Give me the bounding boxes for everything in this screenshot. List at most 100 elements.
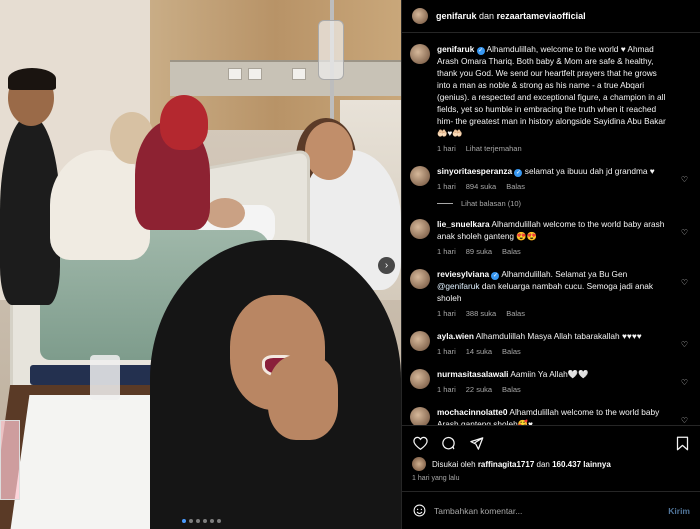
comment-username[interactable]: nurmasitasalawali [437, 369, 508, 379]
reply-button[interactable]: Balas [506, 181, 525, 193]
translate-link[interactable]: Lihat terjemahan [466, 143, 522, 155]
medical-rail [170, 60, 401, 96]
comment-username[interactable]: mochacinnolatte0 [437, 407, 508, 417]
comment-time: 1 hari [437, 247, 456, 256]
comment-heart-icon[interactable]: ♡ [681, 416, 688, 425]
comment-heart-icon[interactable]: ♡ [681, 228, 688, 237]
post-actions: Disukai oleh raffinagita1717 dan 160.437… [402, 425, 700, 482]
comment: nurmasitasalawali Aamiin Ya Allah🤍🤍 1 har… [410, 368, 690, 396]
carousel-dot[interactable] [217, 519, 221, 523]
comment-time: 1 hari [437, 182, 456, 191]
comment-input[interactable] [434, 505, 669, 516]
caption-username[interactable]: genifaruk [437, 44, 474, 54]
person-right-face [305, 122, 353, 180]
comment-composer: Kirim [402, 491, 700, 529]
comment-username[interactable]: lie_snuelkara [437, 219, 490, 229]
post-button[interactable]: Kirim [668, 506, 690, 516]
carousel-dots [182, 519, 221, 523]
replies-line [437, 203, 453, 204]
post-header: genifaruk dan rezaartameviaofficial [402, 0, 700, 33]
liked-prefix: Disukai oleh [432, 459, 476, 469]
author-username[interactable]: genifaruk [436, 11, 477, 21]
verified-icon: ✓ [491, 272, 500, 280]
comment-heart-icon[interactable]: ♡ [681, 378, 688, 387]
avatar[interactable] [410, 44, 430, 64]
liked-user[interactable]: raffinagita1717 [478, 460, 534, 469]
post-photo[interactable]: › [0, 0, 401, 529]
outlet [228, 68, 242, 80]
liked-tail[interactable]: lainnya [583, 460, 611, 469]
like-count[interactable]: 160.437 [552, 460, 581, 469]
mention-link[interactable]: @genifaruk [437, 281, 480, 291]
bottle [90, 355, 120, 400]
comment-likes[interactable]: 22 suka [466, 384, 492, 396]
comment-icon[interactable] [440, 435, 456, 451]
caption-time: 1 hari [437, 144, 456, 153]
outlet [248, 68, 262, 80]
reply-button[interactable]: Balas [502, 384, 521, 396]
comment-likes[interactable]: 14 suka [466, 346, 492, 358]
header-connector: dan [479, 11, 495, 21]
carousel-dot[interactable] [182, 519, 186, 523]
avatar[interactable] [412, 8, 428, 24]
collaborator-username[interactable]: rezaartameviaofficial [497, 11, 586, 21]
next-arrow-icon[interactable]: › [378, 257, 395, 274]
iv-bag [318, 20, 344, 80]
verified-icon: ✓ [514, 169, 523, 177]
avatar[interactable] [410, 331, 430, 351]
outlet [292, 68, 306, 80]
comment-heart-icon[interactable]: ♡ [681, 340, 688, 349]
comment-text: Alhamdulillah. Selamat ya Bu Gen [501, 269, 628, 279]
view-replies-label[interactable]: Lihat balasan (10) [461, 199, 521, 208]
comment-username[interactable]: reviesylviana [437, 269, 489, 279]
verified-icon: ✓ [476, 47, 485, 55]
comment-likes[interactable]: 388 suka [466, 308, 496, 320]
comment: reviesylviana ✓ Alhamdulillah. Selamat y… [410, 268, 690, 320]
comment: sinyoritaesperanza ✓ selamat ya ibuuu da… [410, 165, 690, 193]
patient [205, 198, 245, 228]
comment-heart-icon[interactable]: ♡ [681, 278, 688, 287]
likes-summary: Disukai oleh raffinagita1717 dan 160.437… [412, 457, 690, 471]
carousel-dot[interactable] [203, 519, 207, 523]
carousel-dot[interactable] [210, 519, 214, 523]
bookmark-icon[interactable] [674, 435, 690, 451]
avatar[interactable] [412, 457, 426, 471]
comment: lie_snuelkara Alhamdulillah welcome to t… [410, 218, 690, 258]
avatar[interactable] [410, 369, 430, 389]
comment: ayla.wien Alhamdulillah Masya Allah taba… [410, 330, 690, 358]
avatar[interactable] [410, 407, 430, 425]
cup [0, 420, 20, 500]
avatar[interactable] [410, 219, 430, 239]
reply-button[interactable]: Balas [502, 246, 521, 258]
carousel-dot[interactable] [189, 519, 193, 523]
carousel-dot[interactable] [196, 519, 200, 523]
comments-list[interactable]: genifaruk ✓ Alhamdulillah, welcome to th… [402, 33, 700, 425]
caption-text: Alhamdulillah, welcome to the world ♥ Ah… [437, 44, 666, 138]
caption: genifaruk ✓ Alhamdulillah, welcome to th… [410, 43, 690, 155]
comment-likes[interactable]: 894 suka [466, 181, 496, 193]
person-hijab-red-head [160, 95, 208, 150]
post-time: 1 hari yang lalu [412, 475, 460, 482]
comment-text: selamat ya ibuuu dah jd grandma ♥ [524, 166, 655, 176]
comment-heart-icon[interactable]: ♡ [681, 175, 688, 184]
share-icon[interactable] [468, 435, 484, 451]
emoji-icon[interactable] [412, 504, 426, 518]
comment-username[interactable]: sinyoritaesperanza [437, 166, 512, 176]
comment-time: 1 hari [437, 347, 456, 356]
liked-connector: dan [536, 459, 550, 469]
comment-time: 1 hari [437, 385, 456, 394]
comment-text: Aamiin Ya Allah🤍🤍 [510, 369, 589, 379]
avatar[interactable] [410, 269, 430, 289]
comment-likes[interactable]: 89 suka [466, 246, 492, 258]
comment-username[interactable]: ayla.wien [437, 331, 474, 341]
avatar[interactable] [410, 166, 430, 186]
person-left-hair [8, 68, 56, 90]
reply-button[interactable]: Balas [506, 308, 525, 320]
selfie-hand [268, 355, 338, 440]
post-side-panel: genifaruk dan rezaartameviaofficial geni… [401, 0, 700, 529]
heart-icon[interactable] [412, 435, 428, 451]
reply-button[interactable]: Balas [502, 346, 521, 358]
comment-text: Alhamdulillah Masya Allah tabarakallah ♥… [475, 331, 642, 341]
comment: mochacinnolatte0 Alhamdulillah welcome t… [410, 406, 690, 425]
view-replies[interactable]: Lihat balasan (10) [437, 199, 690, 208]
